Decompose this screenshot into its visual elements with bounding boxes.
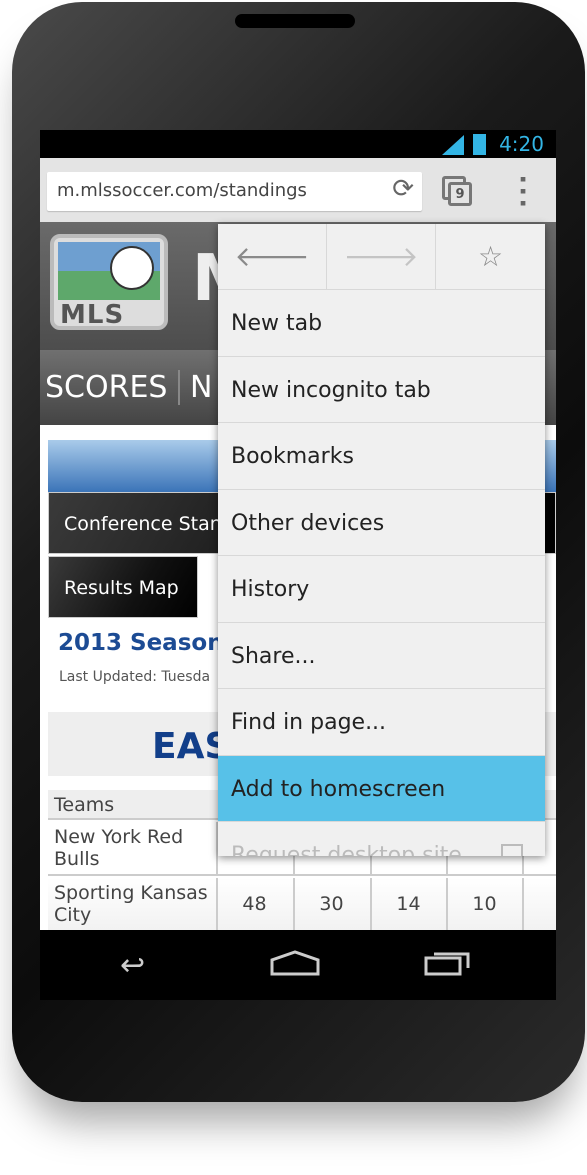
- speaker-grille: [235, 14, 355, 28]
- screen: 4:20 m.mlssoccer.com/standings ⟳ 9 ⬝ ⬝ ⬝ M…: [40, 130, 556, 930]
- clock: 4:20: [499, 132, 544, 156]
- nav-news[interactable]: N: [178, 370, 212, 405]
- reload-icon[interactable]: ⟳: [392, 174, 414, 204]
- table-cell: 10: [446, 878, 521, 930]
- menu-item-new-incognito-tab[interactable]: New incognito tab: [218, 357, 545, 423]
- url-text: m.mlssoccer.com/standings: [57, 180, 307, 201]
- results-map-button[interactable]: Results Map: [48, 556, 198, 618]
- browser-toolbar: m.mlssoccer.com/standings ⟳ 9 ⬝ ⬝ ⬝: [40, 158, 556, 222]
- menu-item-other-devices[interactable]: Other devices: [218, 490, 545, 556]
- status-bar: 4:20: [40, 130, 556, 158]
- recent-apps-icon[interactable]: [424, 948, 472, 976]
- menu-item-add-to-homescreen[interactable]: Add to homescreen: [218, 755, 545, 822]
- home-icon[interactable]: [270, 950, 320, 976]
- menu-icon[interactable]: ⬝ ⬝ ⬝: [516, 166, 530, 214]
- nav-scores[interactable]: SCORES: [45, 370, 167, 405]
- table-cell: 14: [370, 878, 445, 930]
- android-nav-bar: ↩: [40, 930, 556, 1000]
- mls-logo[interactable]: MLS: [50, 234, 168, 330]
- menu-item-find-in-page[interactable]: Find in page...: [218, 689, 545, 756]
- browser-menu: 🡐 🡒 ☆ New tab New incognito tab Bookmark…: [218, 224, 545, 856]
- menu-item-history[interactable]: History: [218, 556, 545, 623]
- table-row[interactable]: Sporting Kansas City 48 30 14 10: [48, 878, 556, 930]
- signal-icon: [442, 135, 464, 155]
- tab-count: 9: [448, 182, 472, 206]
- url-input[interactable]: m.mlssoccer.com/standings ⟳: [47, 172, 422, 211]
- battery-icon: [473, 134, 486, 155]
- table-cell: 30: [293, 878, 368, 930]
- desktop-site-checkbox[interactable]: [501, 844, 523, 856]
- menu-item-request-desktop-site[interactable]: Request desktop site: [218, 822, 545, 856]
- menu-icon-row: 🡐 🡒 ☆: [218, 224, 545, 290]
- menu-item-new-tab[interactable]: New tab: [218, 290, 545, 357]
- season-title: 2013 Season: [58, 630, 224, 656]
- last-updated: Last Updated: Tuesda: [59, 669, 211, 685]
- table-cell: 48: [216, 878, 291, 930]
- star-icon[interactable]: ☆: [436, 224, 545, 290]
- tabs-button[interactable]: 9: [442, 176, 472, 206]
- back-arrow-icon[interactable]: 🡐: [218, 224, 327, 290]
- menu-item-share[interactable]: Share...: [218, 623, 545, 689]
- menu-item-bookmarks[interactable]: Bookmarks: [218, 423, 545, 490]
- back-icon[interactable]: ↩: [120, 948, 145, 983]
- forward-arrow-icon[interactable]: 🡒: [327, 224, 436, 290]
